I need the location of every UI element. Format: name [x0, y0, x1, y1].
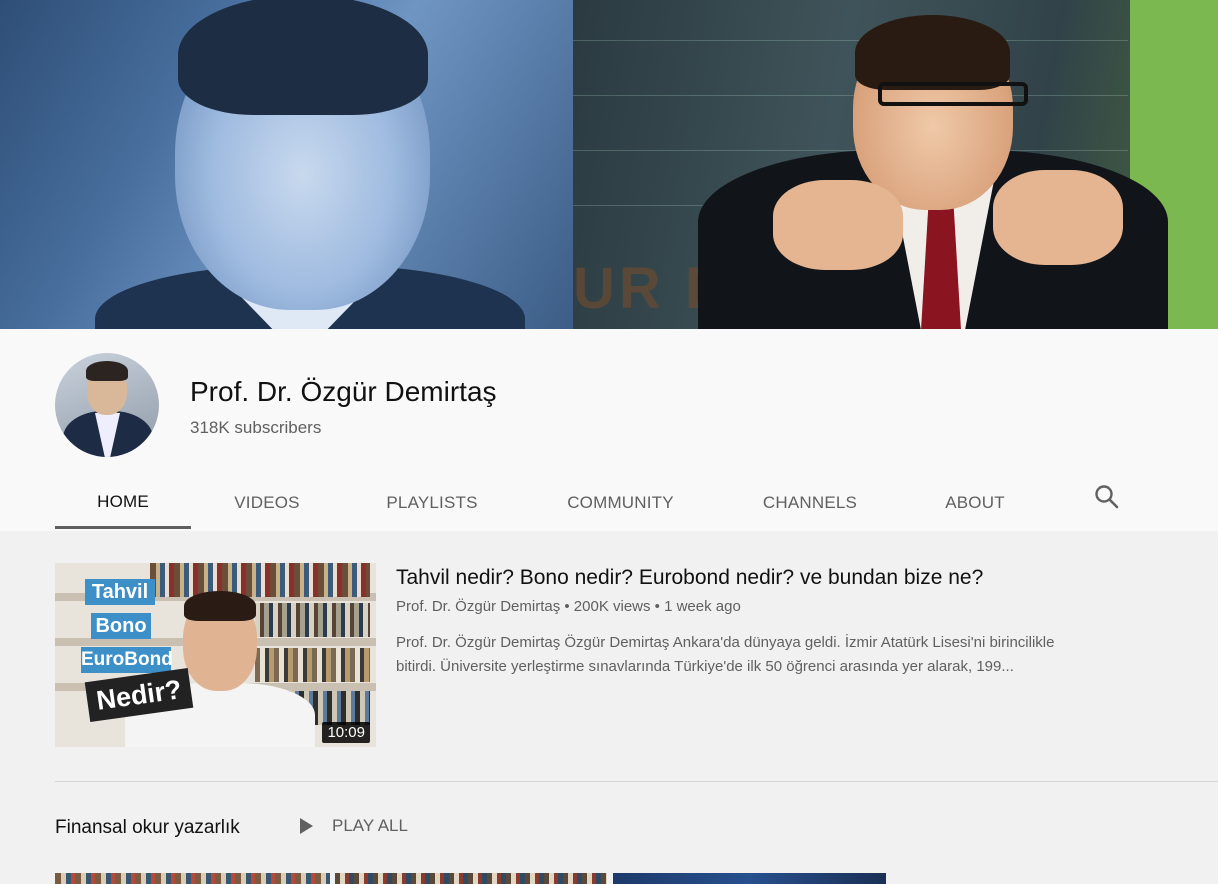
tab-videos[interactable]: VIDEOS: [215, 477, 319, 528]
thumb-tag-bono: Bono: [91, 613, 151, 639]
video-title[interactable]: Tahvil nedir? Bono nedir? Eurobond nedir…: [396, 566, 983, 590]
video-description: Prof. Dr. Özgür Demirtaş Özgür Demirtaş …: [396, 631, 1156, 679]
tab-playlists[interactable]: PLAYLISTS: [369, 477, 495, 528]
shelf-title[interactable]: Finansal okur yazarlık: [55, 817, 240, 839]
video-thumbnail[interactable]: Tahvil Bono EuroBond Nedir? 10:09: [55, 563, 376, 747]
subscriber-count: 318K subscribers: [190, 418, 322, 437]
shelf-video-thumbnail[interactable]: [335, 873, 607, 884]
avatar[interactable]: [55, 353, 159, 457]
shelf-video-thumbnail[interactable]: [55, 873, 330, 884]
video-duration: 10:09: [322, 722, 370, 743]
search-icon[interactable]: [1093, 483, 1121, 511]
play-icon: [300, 818, 313, 834]
video-description-line: bitirdi. Üniversite yerleştirme sınavlar…: [396, 658, 1014, 675]
channel-banner: UR D: [0, 0, 1218, 329]
tab-community[interactable]: COMMUNITY: [553, 477, 688, 528]
tab-home[interactable]: HOME: [55, 477, 191, 529]
play-all-label: PLAY ALL: [332, 816, 408, 835]
shelf-video-thumbnail[interactable]: [613, 873, 886, 884]
tab-about[interactable]: ABOUT: [931, 477, 1019, 528]
thumb-tag-eurobond: EuroBond: [81, 647, 173, 673]
thumb-tag-tahvil: Tahvil: [85, 579, 155, 605]
video-meta: Prof. Dr. Özgür Demirtaş • 200K views • …: [396, 598, 741, 615]
section-divider: [55, 781, 1218, 782]
tab-channels[interactable]: CHANNELS: [747, 477, 873, 528]
banner-photo-right: UR D: [573, 0, 1218, 329]
play-all-button[interactable]: PLAY ALL: [297, 816, 408, 836]
video-description-line: Prof. Dr. Özgür Demirtaş Özgür Demirtaş …: [396, 634, 1055, 651]
home-content: Tahvil Bono EuroBond Nedir? 10:09 Tahvil…: [0, 531, 1218, 884]
banner-photo-left: [0, 0, 573, 329]
channel-name: Prof. Dr. Özgür Demirtaş: [190, 376, 497, 407]
channel-header: Prof. Dr. Özgür Demirtaş 318K subscriber…: [0, 329, 1218, 531]
